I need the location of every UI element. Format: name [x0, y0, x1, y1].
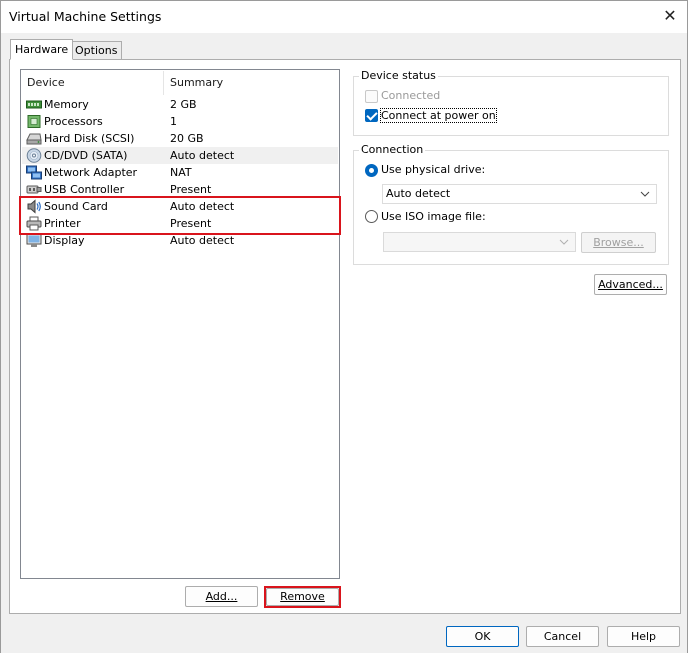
browse-button-label: Browse... [593, 236, 644, 249]
connected-checkbox[interactable] [365, 90, 378, 103]
processor-icon [27, 115, 41, 128]
device-summary: 20 GB [170, 132, 204, 145]
close-button[interactable]: ✕ [659, 6, 681, 26]
use-iso-image-label: Use ISO image file: [381, 210, 486, 223]
tab-options[interactable]: Options [70, 41, 123, 60]
ok-button[interactable]: OK [446, 626, 519, 647]
column-header-summary[interactable]: Summary [164, 71, 334, 95]
column-header-device[interactable]: Device [21, 71, 163, 95]
highlight-box-remove [264, 586, 341, 608]
list-item-memory[interactable]: Memory 2 GB [22, 96, 338, 113]
cancel-button[interactable]: Cancel [526, 626, 599, 647]
virtual-machine-settings-window: Virtual Machine Settings ✕ Hardware Opti… [0, 0, 688, 653]
list-item-cd-dvd[interactable]: CD/DVD (SATA) Auto detect [22, 147, 338, 164]
physical-drive-select[interactable]: Auto detect [382, 184, 657, 204]
device-list[interactable]: Device Summary Memory 2 GB Processors 1 … [20, 69, 340, 579]
device-status-label: Device status [359, 69, 438, 82]
dialog-footer: OK Cancel Help [1, 618, 687, 653]
device-name: Memory [44, 98, 89, 111]
help-button[interactable]: Help [607, 626, 680, 647]
add-button[interactable]: Add... [185, 586, 258, 607]
connect-at-power-on-label: Connect at power on [380, 108, 497, 123]
list-item-processors[interactable]: Processors 1 [22, 113, 338, 130]
tab-hardware[interactable]: Hardware [10, 39, 74, 60]
advanced-button[interactable]: Advanced... [594, 274, 667, 295]
device-status-group [353, 76, 669, 136]
use-physical-drive-label: Use physical drive: [381, 163, 486, 176]
device-name: Hard Disk (SCSI) [44, 132, 135, 145]
add-button-label: Add... [205, 590, 238, 603]
browse-button[interactable]: Browse... [581, 232, 656, 253]
connection-label: Connection [359, 143, 426, 156]
device-summary: NAT [170, 166, 192, 179]
device-name: Processors [44, 115, 103, 128]
window-title: Virtual Machine Settings [9, 9, 162, 24]
chevron-down-icon [559, 239, 569, 245]
connected-label: Connected [381, 89, 441, 102]
use-iso-image-radio[interactable] [365, 210, 378, 223]
advanced-button-label: Advanced... [598, 278, 663, 291]
cd-dvd-icon [26, 148, 42, 163]
physical-drive-value: Auto detect [386, 187, 451, 200]
title-bar: Virtual Machine Settings ✕ [1, 1, 687, 33]
network-adapter-icon [26, 165, 42, 180]
device-summary: 1 [170, 115, 177, 128]
connect-at-power-on-checkbox[interactable] [365, 109, 378, 122]
device-summary: Auto detect [170, 149, 235, 162]
list-item-network-adapter[interactable]: Network Adapter NAT [22, 164, 338, 181]
usb-icon [26, 185, 42, 194]
list-item-hard-disk[interactable]: Hard Disk (SCSI) 20 GB [22, 130, 338, 147]
highlight-box-devices [19, 196, 341, 235]
use-physical-drive-radio[interactable] [365, 164, 378, 177]
iso-image-select[interactable] [383, 232, 576, 252]
hard-disk-icon [26, 133, 42, 145]
device-summary: 2 GB [170, 98, 197, 111]
memory-icon [26, 100, 42, 109]
device-name: Network Adapter [44, 166, 138, 179]
device-name: CD/DVD (SATA) [44, 149, 128, 162]
chevron-down-icon [640, 191, 650, 197]
display-icon [26, 233, 42, 247]
